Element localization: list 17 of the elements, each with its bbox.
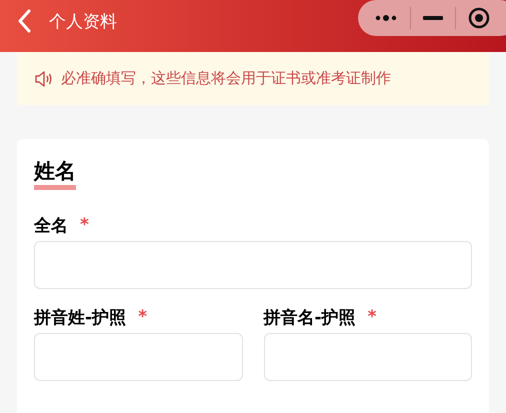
required-mark: * [368,307,376,327]
required-mark: * [80,215,89,235]
field-label: 拼音姓-护照 [34,306,126,328]
field-label: 拼音名-护照 [264,306,356,328]
input-field[interactable] [264,333,472,381]
field-label: 全名 [34,214,68,236]
back-icon[interactable] [17,9,31,33]
input-field[interactable] [34,241,472,289]
more-icon[interactable] [374,13,398,23]
notice-text: 必准确填写，这些信息将会用于证书或准考证制作 [61,69,391,88]
section-title: 姓名 [34,157,76,190]
input-field[interactable] [34,333,242,381]
speaker-icon [35,70,53,86]
minimize-icon[interactable] [423,16,443,20]
required-mark: * [138,307,147,327]
page-title: 个人资料 [49,10,117,32]
target-icon[interactable] [468,7,490,29]
